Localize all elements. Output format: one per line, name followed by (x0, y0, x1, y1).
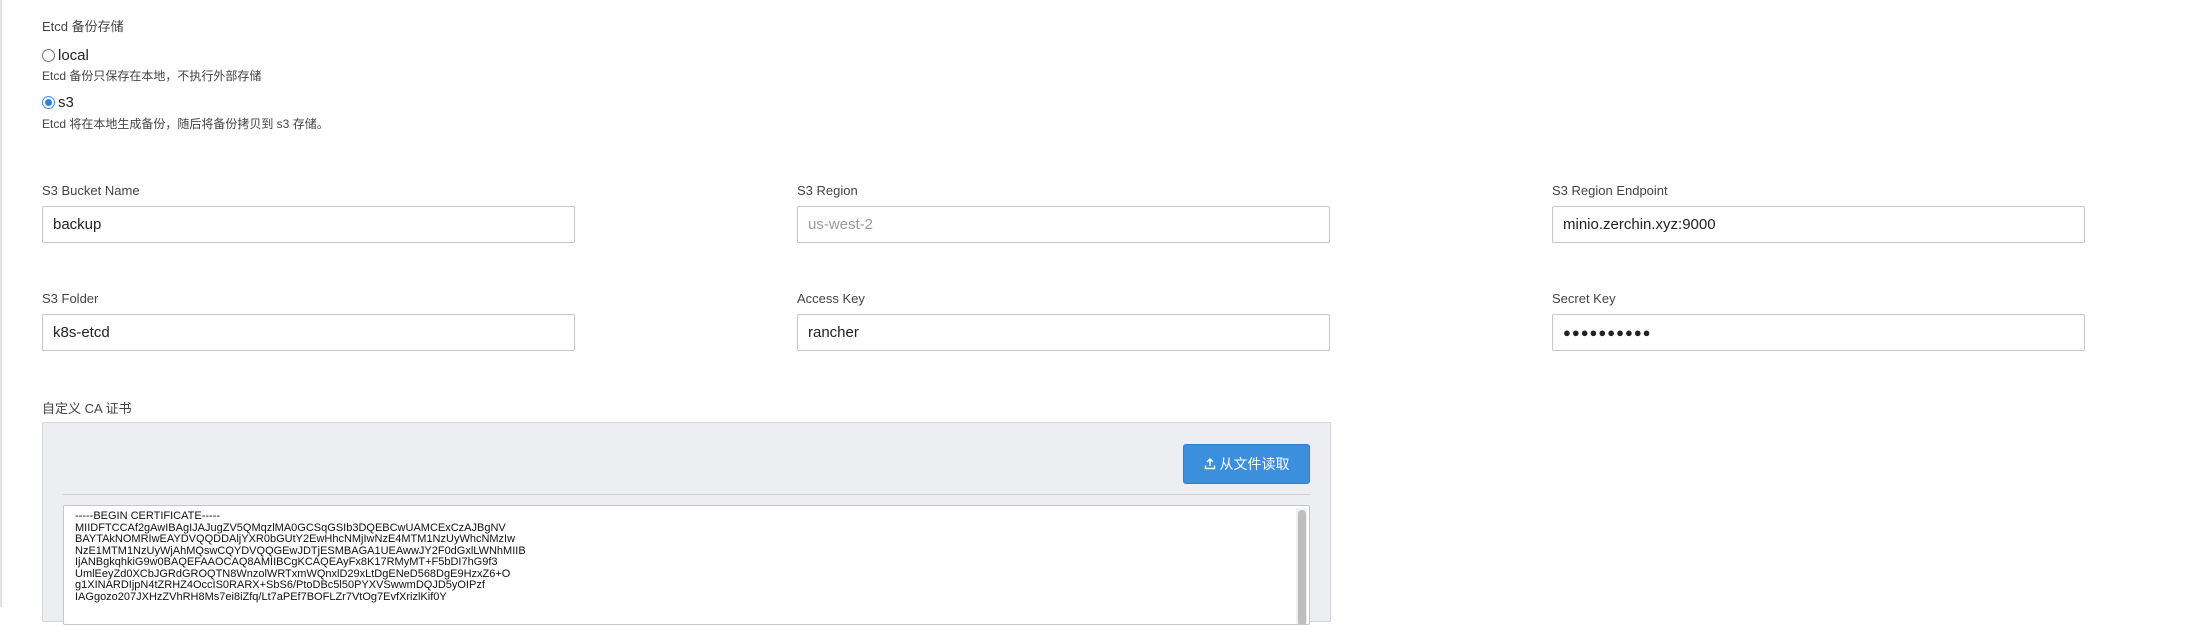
read-from-file-label: 从文件读取 (1219, 456, 1290, 472)
s3-folder-input[interactable] (42, 314, 575, 351)
etcd-backup-storage-title: Etcd 备份存储 (42, 19, 124, 34)
custom-ca-label: 自定义 CA 证书 (42, 401, 132, 416)
radio-local[interactable] (42, 49, 55, 62)
radio-local-label[interactable]: local (58, 47, 89, 64)
radio-s3-label[interactable]: s3 (58, 94, 74, 111)
secret-key-input[interactable] (1552, 314, 2085, 351)
ca-scrollbar-thumb[interactable] (1298, 510, 1306, 624)
radio-local-row[interactable]: local (42, 47, 89, 64)
radio-s3-row[interactable]: s3 (42, 94, 74, 111)
upload-icon (1204, 458, 1215, 470)
radio-s3[interactable] (42, 96, 55, 109)
s3-region-label: S3 Region (797, 183, 858, 198)
radio-local-help: Etcd 备份只保存在本地，不执行外部存储 (42, 69, 262, 83)
left-border (0, 0, 2, 607)
s3-region-endpoint-input[interactable] (1552, 206, 2085, 243)
access-key-input[interactable] (797, 314, 1330, 351)
s3-region-endpoint-label: S3 Region Endpoint (1552, 183, 1668, 198)
ca-certificate-textarea[interactable]: -----BEGIN CERTIFICATE----- MIIDFTCCAf2g… (63, 505, 1310, 625)
radio-s3-help: Etcd 将在本地生成备份，随后将备份拷贝到 s3 存储。 (42, 117, 329, 131)
ca-certificate-content: -----BEGIN CERTIFICATE----- MIIDFTCCAf2g… (75, 510, 526, 603)
access-key-label: Access Key (797, 291, 865, 306)
s3-bucket-name-input[interactable] (42, 206, 575, 243)
s3-bucket-name-label: S3 Bucket Name (42, 183, 140, 198)
ca-divider (63, 494, 1310, 495)
secret-key-label: Secret Key (1552, 291, 1616, 306)
s3-region-input[interactable] (797, 206, 1330, 243)
read-from-file-button[interactable]: 从文件读取 (1183, 444, 1310, 484)
s3-folder-label: S3 Folder (42, 291, 99, 306)
